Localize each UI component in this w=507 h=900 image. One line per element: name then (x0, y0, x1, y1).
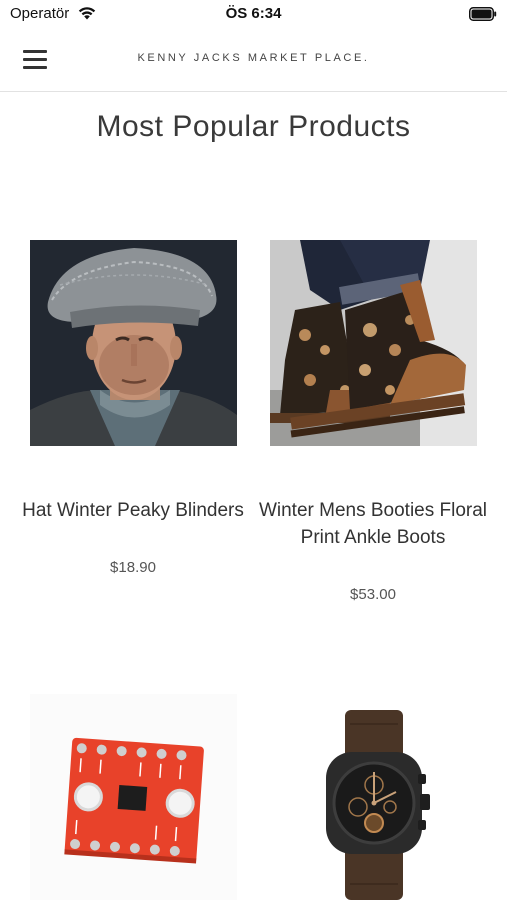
product-image-boots[interactable] (270, 240, 477, 446)
store-title[interactable]: KENNY JACKS MARKET PLACE. (0, 52, 507, 64)
product-price: $18.90 (110, 559, 156, 576)
product-image-sensor-board[interactable] (30, 694, 237, 900)
battery-icon (469, 7, 497, 21)
status-bar: Operatör ÖS 6:34 (0, 0, 507, 28)
floral-boots-photo (270, 240, 477, 446)
page-title: Most Popular Products (96, 110, 411, 143)
clock: ÖS 6:34 (225, 5, 282, 22)
product-image-watch[interactable] (270, 694, 477, 900)
product-name[interactable]: Winter Mens Booties Floral Print Ankle B… (240, 497, 506, 551)
product-name[interactable]: Hat Winter Peaky Blinders (0, 497, 266, 524)
fossil-watch-photo (270, 694, 477, 900)
sensor-breakout-board-photo (30, 694, 237, 900)
flat-cap-man-photo (30, 240, 237, 446)
product-price: $53.00 (350, 586, 396, 603)
product-image-hat[interactable] (30, 240, 237, 446)
navigation-bar: KENNY JACKS MARKET PLACE. (0, 28, 507, 92)
